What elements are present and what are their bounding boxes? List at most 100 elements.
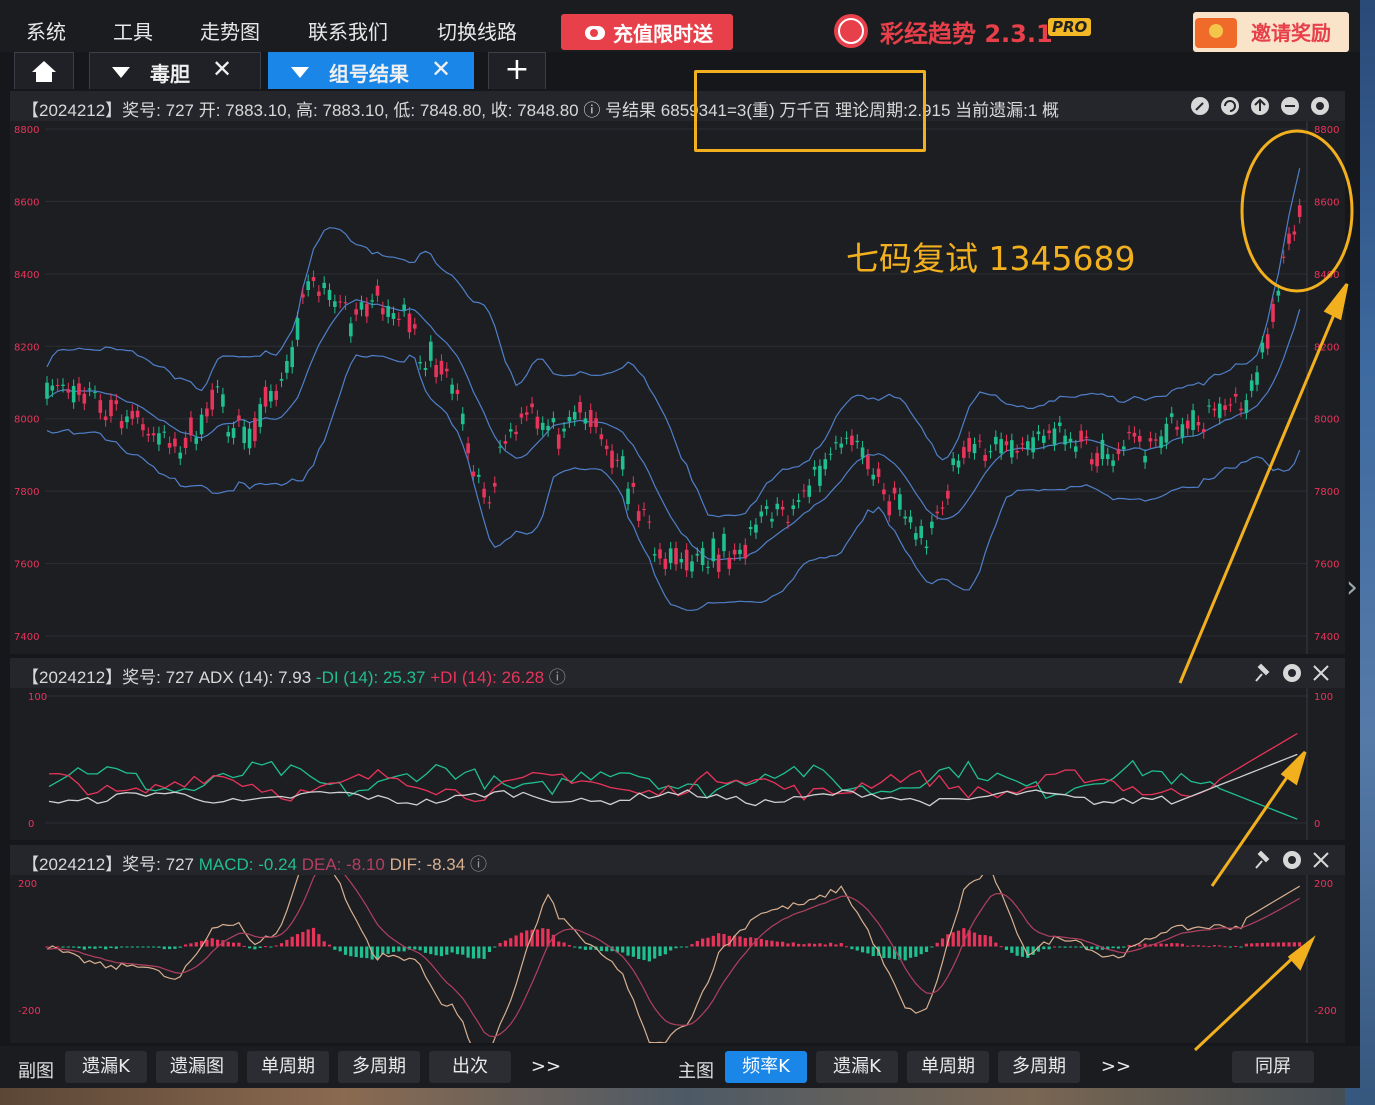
sub-more-button[interactable]: >> xyxy=(520,1051,572,1083)
candle xyxy=(375,285,380,296)
candle xyxy=(1191,410,1195,431)
arrow-up-icon[interactable] xyxy=(1251,97,1269,115)
candle xyxy=(748,526,753,530)
candlestick-chart[interactable]: 8800 8800 8600 8600 8400 8400 8200 8200 8000 8000… xyxy=(10,121,1345,654)
candle xyxy=(135,410,140,418)
macd-bar xyxy=(1116,946,1121,949)
candle xyxy=(162,431,167,433)
macd-bar xyxy=(1276,942,1280,947)
candle xyxy=(946,490,950,499)
candle xyxy=(754,524,758,533)
close-icon[interactable] xyxy=(1313,665,1329,681)
macd-bar xyxy=(1191,945,1195,947)
main-more-button[interactable]: >> xyxy=(1090,1051,1142,1083)
macd-bar xyxy=(1298,942,1302,947)
macd-chart-area[interactable]: 200 200 -200 -200 xyxy=(10,823,1345,1070)
candle xyxy=(956,460,961,468)
candle xyxy=(652,554,657,556)
candle xyxy=(503,441,508,444)
y-axis-tick-label: 7800 xyxy=(1314,487,1339,498)
menu-switch-line[interactable]: 切换线路 xyxy=(437,16,517,45)
macd-bar xyxy=(903,946,907,961)
macd-chart[interactable]: 200 200 -200 -200 xyxy=(10,823,1345,1070)
sub-missing-chart-button[interactable]: 遗漏图 xyxy=(156,1051,238,1083)
add-tab-button[interactable]: + xyxy=(488,52,546,89)
candle xyxy=(242,426,247,444)
macd-bar xyxy=(423,946,428,953)
main-single-period-button[interactable]: 单周期 xyxy=(907,1051,989,1083)
pin-icon[interactable] xyxy=(1255,850,1270,869)
menu-tools[interactable]: 工具 xyxy=(113,16,153,45)
sub-missing-k-button[interactable]: 遗漏K xyxy=(65,1051,147,1083)
candle xyxy=(866,455,870,470)
help-icon[interactable]: ⓘ xyxy=(549,668,566,687)
candle xyxy=(818,465,822,486)
plus-di-value: +DI (14): 26.28 xyxy=(430,668,545,687)
macd-bar xyxy=(919,946,923,955)
settings-icon[interactable] xyxy=(1283,664,1301,682)
macd-bar xyxy=(1138,944,1142,947)
macd-bar xyxy=(98,946,102,948)
candle xyxy=(327,289,332,300)
candle xyxy=(167,443,172,448)
close-icon[interactable]: ✕ xyxy=(431,55,451,83)
main-missing-k-button[interactable]: 遗漏K xyxy=(816,1051,898,1083)
macd-bar xyxy=(1090,946,1094,949)
candle xyxy=(1111,460,1115,466)
macd-bar xyxy=(695,940,699,947)
main-frequency-k-button[interactable]: 频率K xyxy=(725,1051,807,1083)
candle xyxy=(301,294,305,298)
macd-bar xyxy=(818,943,822,947)
invite-reward-button[interactable]: 邀请奖励 xyxy=(1193,12,1349,52)
y-axis-tick-label: 200 xyxy=(1314,879,1333,890)
pro-badge: PRO xyxy=(1048,18,1092,36)
settings-icon[interactable] xyxy=(1283,851,1301,869)
adx-chart[interactable]: 100 100 0 0 xyxy=(10,688,1345,840)
macd-bar xyxy=(413,946,417,950)
close-icon[interactable] xyxy=(1313,852,1329,868)
adx-chart-area[interactable]: 100 100 0 0 xyxy=(10,688,1345,840)
pencil-icon[interactable] xyxy=(1191,97,1209,115)
sub-single-period-button[interactable]: 单周期 xyxy=(247,1051,329,1083)
macd-bar xyxy=(743,938,747,947)
menu-contact[interactable]: 联系我们 xyxy=(308,16,388,45)
minus-di-value: -DI (14): 25.37 xyxy=(315,668,426,687)
macd-bar xyxy=(940,938,945,947)
sync-screen-button[interactable]: 同屏 xyxy=(1232,1051,1314,1083)
y-axis-tick-label: 8200 xyxy=(1314,342,1339,353)
candle xyxy=(1217,403,1222,418)
candle xyxy=(1100,439,1105,460)
sub-multi-period-button[interactable]: 多周期 xyxy=(338,1051,420,1083)
help-icon[interactable]: ⓘ xyxy=(470,855,487,874)
macd-bar xyxy=(647,946,651,962)
candle xyxy=(812,466,817,470)
tab-dudan[interactable]: 毒胆 ✕ xyxy=(89,52,261,89)
macd-bar xyxy=(994,942,998,947)
macd-bar xyxy=(434,946,438,956)
macd-bar xyxy=(669,946,673,951)
macd-bar xyxy=(290,936,294,947)
candle xyxy=(428,341,433,361)
menu-system[interactable]: 系统 xyxy=(26,16,66,45)
recharge-promo-button[interactable]: 充值限时送 xyxy=(561,14,733,50)
minus-icon[interactable] xyxy=(1281,97,1299,115)
macd-bar xyxy=(471,946,476,959)
macd-bar xyxy=(1068,946,1073,948)
candle xyxy=(711,538,716,562)
main-multi-period-button[interactable]: 多周期 xyxy=(998,1051,1080,1083)
candle xyxy=(594,418,598,427)
menu-trend-chart[interactable]: 走势图 xyxy=(200,16,260,45)
close-icon[interactable]: ✕ xyxy=(212,55,232,83)
tab-group-result[interactable]: 组号结果 ✕ xyxy=(268,52,474,89)
candle xyxy=(663,558,668,569)
sub-occurrence-button[interactable]: 出次 xyxy=(429,1051,511,1083)
main-chart-area[interactable]: 8800 8800 8600 8600 8400 8400 8200 8200 8000 8000… xyxy=(10,121,1345,654)
candle xyxy=(844,437,849,439)
chevron-right-icon[interactable]: › xyxy=(1346,570,1358,605)
macd-bar xyxy=(834,944,838,947)
pin-icon[interactable] xyxy=(1255,663,1270,682)
home-tab[interactable] xyxy=(14,52,74,89)
settings-icon[interactable] xyxy=(1311,97,1329,115)
undo-icon[interactable] xyxy=(1221,97,1239,115)
macd-bar xyxy=(210,938,214,947)
